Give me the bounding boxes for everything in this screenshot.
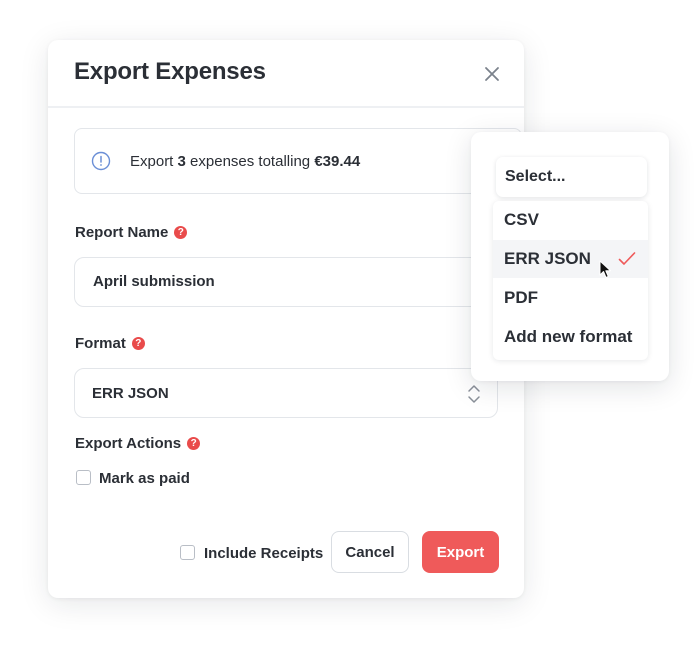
report-name-label: Report Name ? <box>75 224 188 241</box>
dialog-header: Export Expenses <box>48 40 524 108</box>
option-label: PDF <box>504 288 538 307</box>
option-csv[interactable]: CSV <box>493 201 648 239</box>
include-receipts-checkbox[interactable] <box>180 545 195 560</box>
dialog-title: Export Expenses <box>74 58 266 85</box>
info-prefix: Export <box>130 153 174 170</box>
info-text: Export 3 expenses totalling €39.44 <box>130 153 360 170</box>
option-pdf[interactable]: PDF <box>493 279 648 317</box>
close-icon[interactable] <box>482 64 502 84</box>
chevron-up-down-icon[interactable] <box>467 383 481 405</box>
report-name-input[interactable] <box>93 273 473 290</box>
info-circle-icon <box>91 151 111 171</box>
report-name-label-text: Report Name <box>75 224 169 241</box>
question-icon[interactable]: ? <box>187 437 201 450</box>
dropdown-placeholder: Select... <box>505 168 566 185</box>
mark-as-paid-checkbox[interactable] <box>76 470 91 485</box>
format-options-list: CSV ERR JSON PDF Add new format <box>493 201 648 360</box>
export-expenses-dialog: Export Expenses Export 3 expenses totall… <box>48 40 524 598</box>
question-icon[interactable]: ? <box>131 337 145 350</box>
cancel-button[interactable]: Cancel <box>331 531 409 573</box>
format-select[interactable]: ERR JSON <box>74 368 498 418</box>
expense-count: 3 <box>177 153 186 170</box>
checkmark-icon <box>618 252 636 265</box>
mark-as-paid-label[interactable]: Mark as paid <box>99 470 190 487</box>
format-dropdown-select[interactable]: Select... <box>496 157 647 197</box>
format-label-text: Format <box>75 335 126 352</box>
expense-total: €39.44 <box>314 153 361 170</box>
format-label: Format ? <box>75 335 145 352</box>
option-err-json[interactable]: ERR JSON <box>493 240 648 278</box>
option-label: Add new format <box>504 327 633 346</box>
option-label: ERR JSON <box>504 249 591 268</box>
export-actions-label: Export Actions ? <box>75 435 201 452</box>
option-label: CSV <box>504 210 539 229</box>
include-receipts-label[interactable]: Include Receipts <box>204 545 323 562</box>
export-button[interactable]: Export <box>422 531 499 573</box>
format-dropdown-panel: Select... CSV ERR JSON PDF Add new forma… <box>471 132 669 381</box>
report-name-field[interactable] <box>74 257 498 307</box>
mouse-pointer-icon <box>599 260 611 278</box>
info-middle: expenses totalling <box>190 153 311 170</box>
option-add-new-format[interactable]: Add new format <box>493 318 648 356</box>
format-selected-value: ERR JSON <box>92 385 169 402</box>
question-icon[interactable]: ? <box>174 226 188 239</box>
info-banner: Export 3 expenses totalling €39.44 <box>74 128 522 194</box>
export-actions-label-text: Export Actions <box>75 435 182 452</box>
